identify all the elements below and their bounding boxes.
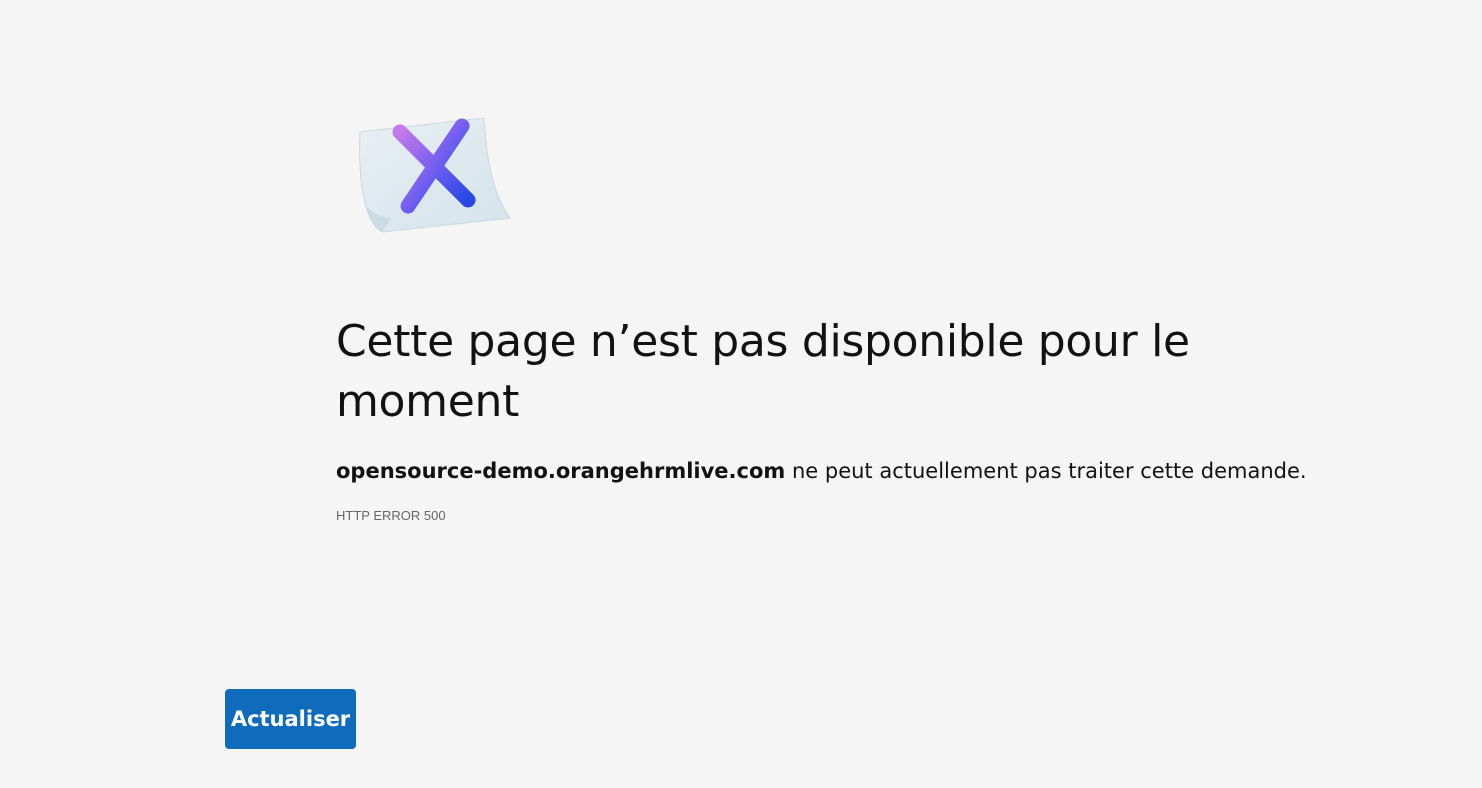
error-message: ne peut actuellement pas traiter cette d… (785, 459, 1307, 483)
error-content: Cette page n’est pas disponible pour le … (336, 312, 1336, 525)
error-page: Cette page n’est pas disponible pour le … (0, 0, 1482, 788)
error-host: opensource-demo.orangehrmlive.com (336, 459, 786, 483)
error-document-x-icon (359, 117, 511, 233)
refresh-button[interactable]: Actualiser (225, 689, 356, 749)
error-description: opensource-demo.orangehrmlive.com ne peu… (336, 457, 1336, 485)
error-title: Cette page n’est pas disponible pour le … (336, 316, 1190, 427)
error-code: HTTP ERROR 500 (336, 508, 446, 523)
